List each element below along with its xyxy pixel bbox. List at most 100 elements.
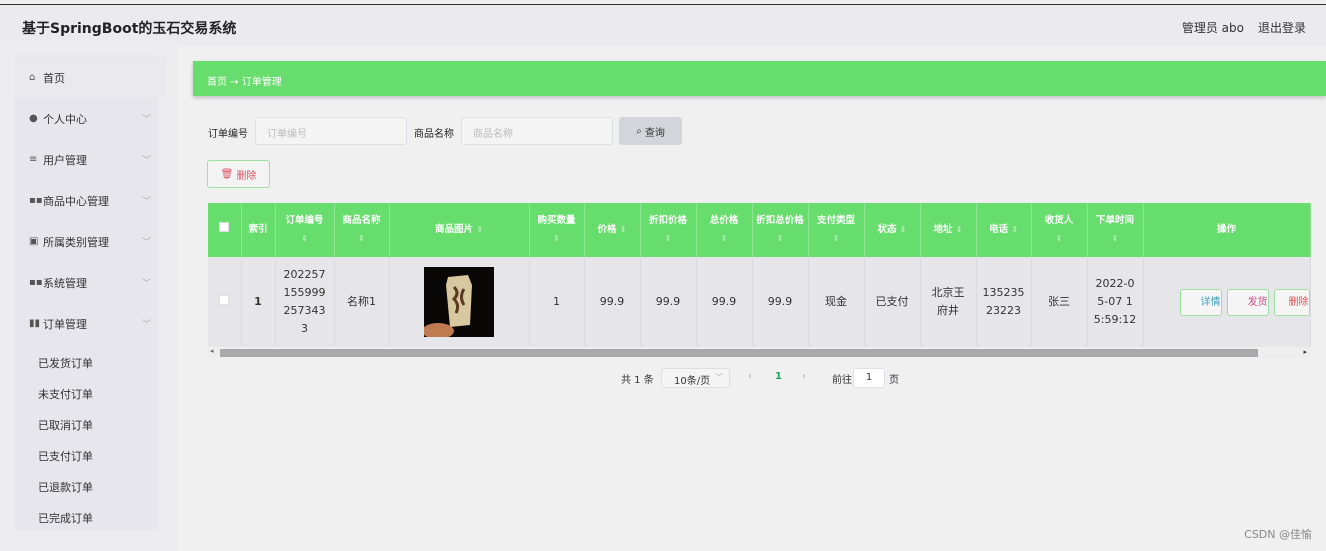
column-header[interactable]: 订单编号 ⇕: [275, 203, 335, 257]
query-button[interactable]: ⌕ 查询: [619, 117, 682, 145]
row-delete-button[interactable]: 删除: [1273, 288, 1309, 316]
column-header[interactable]: 价格 ⇕: [584, 203, 641, 257]
breadcrumb: 首页 → 订单管理: [193, 61, 1326, 96]
page-suffix: 页: [889, 375, 899, 386]
sidebar-subitem[interactable]: 已退款订单: [38, 479, 93, 495]
cell-phone: 13523523223: [976, 257, 1032, 347]
query-label: 查询: [644, 127, 665, 139]
breadcrumb-current: 订单管理: [241, 77, 282, 88]
cell-actions: 详情 发货 删除: [1143, 257, 1311, 347]
horizontal-scrollbar[interactable]: ◂ ▸: [208, 347, 1310, 358]
chevron-down-icon: ﹀: [141, 279, 151, 289]
sidebar-subitem[interactable]: 未支付订单: [38, 386, 93, 402]
cell-index: 1: [241, 257, 276, 347]
column-label: 地址: [933, 224, 953, 235]
sidebar-subitem[interactable]: 已取消订单: [38, 417, 93, 433]
breadcrumb-home[interactable]: 首页: [207, 77, 227, 88]
row-checkbox[interactable]: [219, 295, 230, 305]
sidebar-item-5[interactable]: ▪▪ 系统管理 ﹀: [15, 262, 165, 303]
jade-product-image[interactable]: [424, 267, 494, 337]
sort-icon[interactable]: ⇕: [358, 234, 365, 243]
column-header[interactable]: 索引: [241, 203, 276, 257]
ship-button[interactable]: 发货: [1226, 288, 1269, 316]
goto-label: 前往: [832, 375, 852, 386]
column-header[interactable]: 折扣价格 ⇕: [640, 203, 697, 257]
goto-page-input[interactable]: 1: [853, 368, 885, 388]
page-size-value: 10条/页: [674, 376, 711, 387]
sort-icon[interactable]: ⇕: [301, 234, 308, 243]
sidebar-item-2[interactable]: ≡ 用户管理 ﹀: [15, 139, 165, 180]
column-header[interactable]: 状态 ⇕: [864, 203, 921, 257]
cell-time: 2022-05-07 15:59:12: [1087, 257, 1144, 347]
app-title: 基于SpringBoot的玉石交易系统: [22, 21, 237, 37]
page-number-current[interactable]: 1: [775, 371, 782, 382]
sidebar-subitem[interactable]: 已支付订单: [38, 448, 93, 464]
page-size-select[interactable]: 10条/页 ﹀: [661, 368, 730, 388]
column-label: 购买数量: [537, 215, 576, 226]
order-no-input[interactable]: 订单编号: [255, 117, 407, 145]
product-name-input[interactable]: 商品名称: [461, 117, 613, 145]
sort-icon[interactable]: ⇕: [956, 225, 963, 234]
column-header[interactable]: 操作: [1143, 203, 1311, 257]
sidebar-item-4[interactable]: ▣ 所属类别管理 ﹀: [15, 221, 165, 262]
select-all-checkbox[interactable]: [219, 222, 230, 232]
cell-order-no: 2022571559992573433: [275, 257, 335, 347]
logout-link[interactable]: 退出登录: [1258, 21, 1306, 35]
next-page-icon[interactable]: ›: [802, 371, 806, 382]
chevron-down-icon: ﹀: [141, 115, 151, 125]
sort-icon[interactable]: ⇕: [721, 234, 728, 243]
sidebar-item-6[interactable]: ▮▮ 订单管理 ﹀: [15, 303, 165, 344]
sort-icon[interactable]: ⇕: [1056, 234, 1063, 243]
column-header[interactable]: 购买数量 ⇕: [529, 203, 585, 257]
sidebar-item-label: 所属类别管理: [43, 235, 109, 249]
scroll-right-icon[interactable]: ▸: [1303, 348, 1307, 356]
column-header[interactable]: 下单时间 ⇕: [1087, 203, 1144, 257]
detail-button[interactable]: 详情: [1179, 288, 1222, 316]
column-label: 收货人: [1044, 215, 1074, 226]
column-label: 折扣价格: [648, 215, 687, 226]
sidebar-item-1[interactable]: ● 个人中心 ﹀: [15, 98, 165, 139]
sort-icon[interactable]: ⇕: [900, 225, 907, 234]
column-header[interactable]: 折扣总价格 ⇕: [752, 203, 809, 257]
prev-page-icon[interactable]: ‹: [748, 371, 752, 382]
column-header[interactable]: 地址 ⇕: [920, 203, 977, 257]
sort-icon[interactable]: ⇕: [833, 234, 840, 243]
column-header[interactable]: 总价格 ⇕: [696, 203, 753, 257]
sort-icon[interactable]: ⇕: [620, 225, 627, 234]
column-header[interactable]: 支付类型 ⇕: [808, 203, 865, 257]
home-icon: ⌂: [29, 72, 36, 83]
chevron-down-icon: ﹀: [141, 238, 151, 248]
sidebar-item-3[interactable]: ▪▪ 商品中心管理 ﹀: [15, 180, 165, 221]
menu-icon: ≡: [29, 154, 38, 165]
column-header[interactable]: 商品图片 ⇕: [389, 203, 530, 257]
sort-icon[interactable]: ⇕: [553, 234, 560, 243]
column-header[interactable]: 收货人 ⇕: [1031, 203, 1088, 257]
scrollbar-thumb[interactable]: [220, 349, 1258, 357]
sidebar-item-label: 订单管理: [43, 317, 87, 331]
user-label: 管理员 abo: [1181, 21, 1244, 35]
column-label: 支付类型: [816, 215, 855, 226]
delete-button[interactable]: 🗑 删除: [207, 160, 270, 188]
total-count: 共 1 条: [621, 375, 654, 386]
sort-icon[interactable]: ⇕: [1011, 225, 1018, 234]
orders-table: 索引 订单编号 ⇕ 商品名称 ⇕ 商品图片 ⇕ 购买数量 ⇕ 价格 ⇕ 折扣价格 ⇕ 总价格 ⇕ 折扣总价…: [208, 203, 1311, 347]
sort-icon[interactable]: ⇕: [1112, 234, 1119, 243]
sidebar-subitem[interactable]: 已发货订单: [38, 355, 93, 371]
sort-icon[interactable]: ⇕: [777, 234, 784, 243]
sidebar-item-0[interactable]: ⌂ 首页: [15, 57, 165, 98]
scroll-left-icon[interactable]: ◂: [210, 347, 214, 355]
column-header[interactable]: 电话 ⇕: [976, 203, 1032, 257]
sort-icon[interactable]: ⇕: [665, 234, 672, 243]
trash-icon: 🗑: [220, 168, 237, 180]
column-label: 商品图片: [434, 224, 473, 235]
cell-discount-price: 99.9: [640, 257, 697, 347]
column-label: 状态: [877, 224, 897, 235]
sidebar-subitem[interactable]: 已完成订单: [38, 510, 93, 526]
sort-icon[interactable]: ⇕: [476, 225, 483, 234]
column-label: 索引: [248, 224, 268, 235]
column-label: 操作: [1216, 224, 1236, 235]
column-label: 总价格: [709, 215, 739, 226]
column-label: 价格: [597, 224, 617, 235]
column-header[interactable]: 商品名称 ⇕: [334, 203, 390, 257]
column-header[interactable]: [208, 203, 242, 257]
